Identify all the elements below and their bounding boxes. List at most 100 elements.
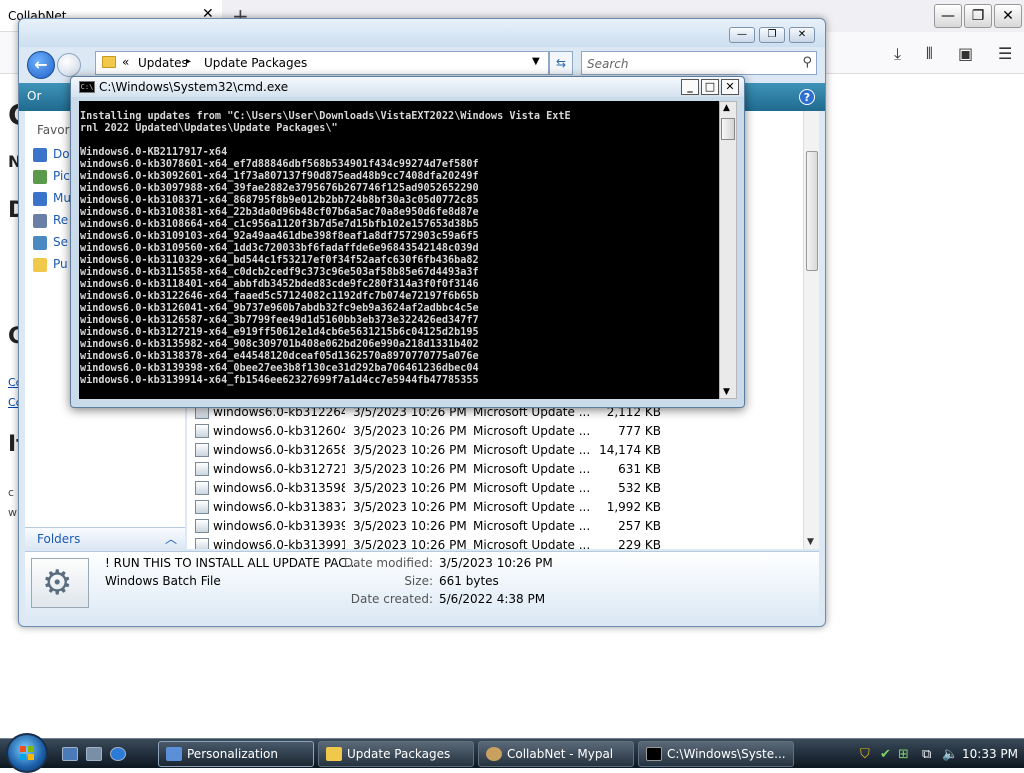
start-button[interactable] — [6, 733, 48, 773]
date-created-value: 5/6/2022 4:38 PM — [439, 592, 546, 606]
explorer-titlebar[interactable]: — ❐ ✕ — [19, 19, 825, 47]
breadcrumb-update-packages[interactable]: Update Packages — [204, 56, 307, 70]
console-line: windows6.0-kb3078601-x64_ef7d88846dbf568… — [80, 159, 479, 170]
chevron-right-icon[interactable]: ▸ — [186, 56, 191, 67]
file-type: Microsoft Update ... — [473, 481, 591, 495]
cmd-titlebar[interactable]: C:\ C:\Windows\System32\cmd.exe _ □ ✕ — [71, 77, 744, 97]
cmd-icon — [646, 747, 662, 761]
file-row[interactable]: windows6.0-kb313837... 3/5/2023 10:26 PM M… — [193, 498, 693, 517]
taskbar-button-cmd[interactable]: C:\Windows\Syste... — [638, 741, 794, 767]
taskbar-button-collabnet[interactable]: CollabNet - Mypal — [478, 741, 634, 767]
date-modified-label: Date modified: — [343, 556, 433, 570]
favorites-header: Favori — [37, 123, 73, 137]
console-scrollbar[interactable]: ▲ ▼ — [719, 101, 737, 399]
browser-close-button[interactable]: ✕ — [994, 4, 1022, 28]
taskbar-button-update-packages[interactable]: Update Packages — [318, 741, 474, 767]
file-name: windows6.0-kb313939... — [213, 519, 345, 533]
chevron-down-icon[interactable]: ▼ — [532, 56, 540, 67]
file-type: Microsoft Update ... — [473, 424, 591, 438]
browser-maximize-button[interactable]: ❐ — [964, 4, 992, 28]
file-name: windows6.0-kb313837... — [213, 500, 345, 514]
searches-icon — [33, 235, 47, 250]
console-line: windows6.0-kb3126041-x64_9b737e960b7abdb… — [80, 303, 479, 314]
switch-windows-icon[interactable] — [86, 747, 102, 761]
scrollbar-thumb[interactable] — [721, 118, 735, 140]
console-line: windows6.0-kb3108664-x64_c1c956a1120f3b7… — [80, 219, 479, 230]
show-desktop-icon[interactable] — [62, 747, 78, 761]
file-row[interactable]: windows6.0-kb313598... 3/5/2023 10:26 PM M… — [193, 479, 693, 498]
security-shield-icon[interactable]: ⛉ — [860, 747, 870, 762]
refresh-button[interactable]: ⇆ — [549, 51, 573, 75]
scrollbar-thumb[interactable] — [806, 151, 818, 271]
explorer-maximize-button[interactable]: ❐ — [759, 27, 785, 43]
network-icon[interactable]: ⧉ — [922, 747, 931, 762]
scroll-down-icon[interactable]: ▼ — [723, 387, 730, 397]
address-bar[interactable]: « Updates ▸ Update Packages ▼ — [95, 51, 549, 75]
chevron-up-icon[interactable]: ︿ — [165, 530, 177, 547]
download-icon[interactable]: ⤓ — [894, 44, 901, 64]
file-date: 3/5/2023 10:26 PM — [353, 443, 467, 457]
console-output[interactable]: Installing updates from "C:\Users\User\D… — [79, 101, 719, 399]
windows-logo-icon — [20, 746, 34, 760]
internet-explorer-icon[interactable] — [110, 747, 126, 761]
console-line: windows6.0-kb3122646-x64_faaed5c57124082… — [80, 291, 479, 302]
update-icon[interactable]: ✔ — [880, 747, 891, 762]
file-row[interactable]: windows6.0-kb313991... 3/5/2023 10:26 PM M… — [193, 536, 693, 549]
taskbar-button-label: CollabNet - Mypal — [507, 747, 614, 761]
file-name: windows6.0-kb313991... — [213, 538, 345, 549]
explorer-close-button[interactable]: ✕ — [789, 27, 815, 43]
console-line: windows6.0-kb3097988-x64_39fae2882e37956… — [80, 183, 479, 194]
console-line: windows6.0-kb3139398-x64_0bee27ee3b8f130… — [80, 363, 479, 374]
music-icon — [33, 191, 47, 206]
console-lines: Installing updates from "C:\Users\User\D… — [80, 111, 571, 387]
volume-icon[interactable]: 🔈 — [942, 747, 958, 762]
scroll-up-icon[interactable]: ▲ — [723, 103, 730, 113]
file-row[interactable]: windows6.0-kb312721... 3/5/2023 10:26 PM M… — [193, 460, 693, 479]
file-name: windows6.0-kb313598... — [213, 481, 345, 495]
console-line: windows6.0-kb3108371-x64_868795f8b9e012b… — [80, 195, 479, 206]
file-row[interactable]: windows6.0-kb313939... 3/5/2023 10:26 PM M… — [193, 517, 693, 536]
back-button[interactable]: ← — [27, 51, 55, 79]
cmd-close-button[interactable]: ✕ — [721, 79, 739, 95]
cmd-minimize-button[interactable]: _ — [681, 79, 699, 95]
breadcrumb-overflow[interactable]: « — [122, 55, 129, 69]
file-list-scrollbar[interactable]: ▼ — [803, 111, 819, 549]
search-icon[interactable]: ⚲ — [802, 55, 812, 70]
taskbar-button-personalization[interactable]: Personalization — [158, 741, 314, 767]
console-line: windows6.0-kb3115858-x64_c0dcb2cedf9c373… — [80, 267, 479, 278]
explorer-minimize-button[interactable]: — — [729, 27, 755, 43]
pictures-icon — [33, 169, 47, 184]
console-line: windows6.0-kb3109103-x64_92a49aa461dbe39… — [80, 231, 479, 242]
date-created-label: Date created: — [350, 592, 433, 606]
forward-button[interactable] — [57, 53, 81, 77]
file-row[interactable]: windows6.0-kb312604... 3/5/2023 10:26 PM M… — [193, 422, 693, 441]
browser-minimize-button[interactable]: — — [934, 4, 962, 28]
menu-icon[interactable]: ☰ — [998, 44, 1012, 63]
library-icon[interactable]: ⫴ — [926, 44, 933, 64]
taskbar: Personalization Update Packages CollabNe… — [0, 733, 1024, 773]
console-line: Installing updates from "C:\Users\User\D… — [80, 111, 571, 122]
windows-update-icon[interactable]: ⊞ — [898, 747, 909, 762]
console-line: rnl 2022 Updated\Updates\Update Packages… — [80, 123, 338, 134]
search-input[interactable]: Search ⚲ — [581, 51, 817, 75]
sidebar-icon[interactable]: ▣ — [958, 44, 973, 63]
console-line: windows6.0-kb3110329-x64_bd544c1f53217ef… — [80, 255, 479, 266]
clock[interactable]: 10:33 PM — [962, 747, 1018, 761]
favorite-label: Se — [53, 235, 68, 249]
file-row[interactable]: windows6.0-kb312658... 3/5/2023 10:26 PM M… — [193, 441, 693, 460]
size-label: Size: — [404, 574, 433, 588]
favorite-label: Do — [53, 147, 70, 161]
folders-toggle[interactable]: Folders ︿ — [25, 527, 185, 549]
file-type: Microsoft Update ... — [473, 538, 591, 549]
file-size: 1,992 KB — [606, 500, 661, 514]
folder-icon — [33, 257, 47, 272]
documents-icon — [33, 147, 47, 162]
cmd-maximize-button[interactable]: □ — [701, 79, 719, 95]
page-text-fragment: c — [8, 486, 15, 499]
organize-button[interactable]: Or — [27, 89, 41, 103]
breadcrumb-updates[interactable]: Updates — [138, 56, 188, 70]
help-icon[interactable]: ? — [799, 89, 815, 105]
scroll-down-icon[interactable]: ▼ — [807, 537, 814, 547]
update-file-icon — [195, 462, 209, 476]
console-line: windows6.0-kb3135982-x64_908c309701b408e… — [80, 339, 479, 350]
